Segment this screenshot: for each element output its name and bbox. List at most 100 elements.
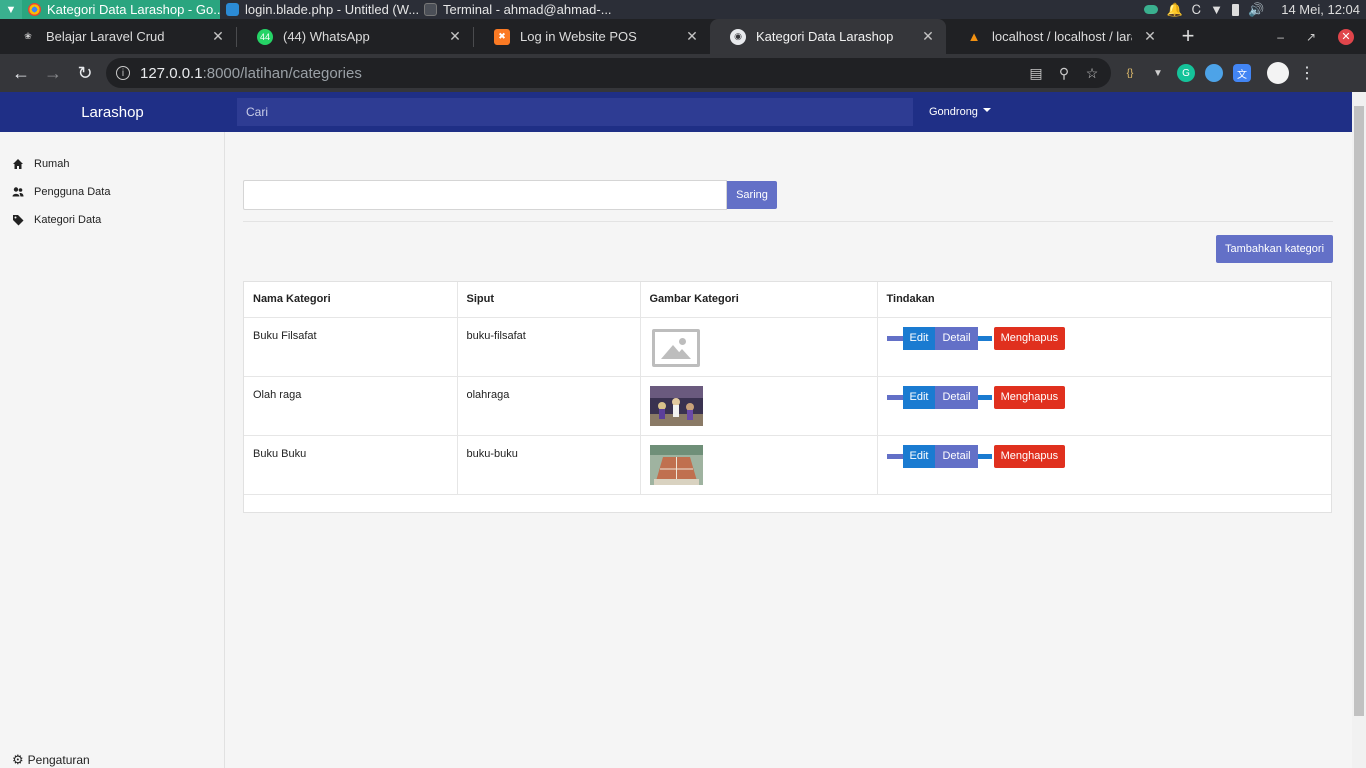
url-text[interactable]: 127.0.0.1:8000/latihan/categories [140, 65, 1017, 82]
tab-label: Belajar Laravel Crud [46, 29, 165, 44]
address-bar[interactable]: i 127.0.0.1:8000/latihan/categories ▤ ⚲ … [106, 58, 1111, 88]
settings-link[interactable]: ⚙ Pengaturan [12, 752, 90, 768]
category-slug: buku-buku [457, 435, 641, 495]
browser-tab[interactable]: ❀ Belajar Laravel Crud ✕ [0, 19, 236, 54]
wifi-icon[interactable]: ▼ [1210, 2, 1223, 17]
leaf-icon: ❀ [24, 31, 32, 41]
category-slug: buku-filsafat [457, 317, 641, 377]
close-icon[interactable]: ✕ [210, 28, 226, 45]
detail-button[interactable]: Detail [935, 385, 978, 409]
column-header-slug: Siput [457, 282, 641, 318]
sidebar-item-home[interactable]: Rumah [0, 150, 224, 178]
action-stub[interactable] [886, 335, 903, 341]
category-slug: olahraga [457, 376, 641, 436]
info-icon[interactable]: i [116, 66, 130, 80]
edit-button[interactable]: Edit [902, 326, 936, 350]
extension-grammarly-icon[interactable]: G [1177, 64, 1195, 82]
taskbar-item-label: Terminal - ahmad@ahmad-... [443, 2, 612, 17]
sidebar-item-categories[interactable]: Kategori Data [0, 206, 224, 234]
table-header-row: Nama Kategori Siput Gambar Kategori Tind… [244, 282, 1331, 318]
extension-translate-icon[interactable]: 文 [1233, 64, 1251, 82]
url-host: 127.0.0.1 [140, 64, 203, 82]
battery-icon[interactable] [1232, 3, 1240, 16]
os-menu-icon[interactable]: ▼ [0, 0, 22, 19]
close-icon[interactable]: ✕ [684, 28, 700, 45]
close-window-icon[interactable]: ✕ [1338, 28, 1354, 45]
translate-icon[interactable]: ▤ [1027, 65, 1045, 82]
tab-label: Log in Website POS [520, 29, 637, 44]
filter-button[interactable]: Saring [727, 181, 777, 209]
taskbar-item-chrome[interactable]: Kategori Data Larashop - Go... [22, 0, 220, 19]
sidebar-item-users[interactable]: Pengguna Data [0, 178, 224, 206]
table-row: Olah raga olahraga Edit Detail Menghapus [244, 376, 1331, 436]
action-stub[interactable] [977, 335, 992, 341]
column-header-name: Nama Kategori [244, 282, 458, 318]
category-name: Buku Buku [244, 435, 458, 495]
add-category-button[interactable]: Tambahkan kategori [1216, 235, 1333, 263]
image-placeholder-icon [651, 328, 700, 367]
tab-label: localhost / localhost / laravel-t [992, 29, 1132, 44]
sidebar-item-label: Pengguna Data [34, 186, 111, 198]
user-menu[interactable]: Gondrong [929, 106, 991, 118]
browser-tab-active[interactable]: ◉ Kategori Data Larashop ✕ [710, 19, 946, 54]
category-image-court [649, 444, 703, 485]
action-stub[interactable] [886, 394, 903, 400]
users-icon [12, 187, 24, 197]
scrollbar-thumb[interactable] [1354, 106, 1364, 716]
back-icon[interactable]: ← [10, 62, 32, 84]
minimize-icon[interactable]: – [1277, 30, 1284, 44]
category-image-cell [640, 317, 878, 377]
edit-button[interactable]: Edit [902, 385, 936, 409]
browser-tab[interactable]: 44 (44) WhatsApp ✕ [237, 19, 473, 54]
delete-button[interactable]: Menghapus [993, 444, 1066, 468]
clock[interactable]: 14 Mei, 12:04 [1281, 2, 1360, 17]
extension-globe-icon[interactable] [1205, 64, 1223, 82]
page-scrollbar[interactable] [1352, 92, 1366, 768]
brand-logo[interactable]: Larashop [0, 104, 225, 121]
browser-tab-strip: ❀ Belajar Laravel Crud ✕ 44 (44) WhatsAp… [0, 19, 1366, 54]
new-tab-button[interactable]: + [1168, 19, 1208, 54]
filter-form: Saring [243, 180, 777, 210]
maximize-icon[interactable]: ↗ [1306, 30, 1316, 44]
actions-cell: Edit Detail Menghapus [877, 317, 1331, 377]
sidebar: Rumah Pengguna Data Kategori Data ⚙ Peng… [0, 132, 225, 768]
bluetooth-icon[interactable]: Ꮯ [1192, 2, 1201, 18]
terminal-icon [424, 3, 437, 16]
close-icon[interactable]: ✕ [447, 28, 463, 45]
delete-button[interactable]: Menghapus [993, 326, 1066, 350]
edit-button[interactable]: Edit [902, 444, 936, 468]
bookmark-star-icon[interactable]: ☆ [1083, 65, 1101, 82]
more-menu-icon[interactable]: ⋮ [1299, 63, 1315, 83]
taskbar-item-vscode[interactable]: login.blade.php - Untitled (W... [220, 0, 418, 19]
action-stub[interactable] [977, 394, 992, 400]
filter-input[interactable] [243, 180, 727, 210]
home-icon [13, 159, 23, 169]
web-page: Larashop Cari Gondrong Rumah Pengguna Da… [0, 92, 1352, 768]
taskbar-item-terminal[interactable]: Terminal - ahmad@ahmad-... [418, 0, 614, 19]
volume-icon[interactable]: 🔊 [1248, 2, 1264, 18]
close-icon[interactable]: ✕ [1142, 28, 1158, 45]
detail-button[interactable]: Detail [935, 444, 978, 468]
gear-icon: ⚙ [12, 752, 24, 767]
action-stub[interactable] [886, 453, 903, 459]
delete-button[interactable]: Menghapus [993, 385, 1066, 409]
browser-tab[interactable]: ✖ Log in Website POS ✕ [474, 19, 710, 54]
actions-cell: Edit Detail Menghapus [877, 376, 1331, 436]
phpmyadmin-icon: ▲ [967, 29, 981, 44]
profile-avatar[interactable] [1267, 62, 1289, 84]
battery-saver-icon[interactable] [1143, 5, 1158, 14]
forward-icon[interactable]: → [42, 62, 64, 84]
close-icon[interactable]: ✕ [920, 28, 936, 45]
detail-button[interactable]: Detail [935, 326, 978, 350]
reload-icon[interactable]: ↻ [74, 62, 96, 84]
action-stub[interactable] [977, 453, 992, 459]
extension-json-icon[interactable]: {} [1121, 64, 1139, 82]
categories-table: Nama Kategori Siput Gambar Kategori Tind… [243, 281, 1332, 513]
browser-tab[interactable]: ▲ localhost / localhost / laravel-t ✕ [946, 19, 1168, 54]
zoom-icon[interactable]: ⚲ [1055, 65, 1073, 82]
tab-label: (44) WhatsApp [283, 29, 370, 44]
taskbar-item-label: login.blade.php - Untitled (W... [245, 2, 418, 17]
extension-vue-icon[interactable]: ▼ [1149, 64, 1167, 82]
bell-icon[interactable]: 🔔 [1167, 2, 1183, 18]
search-input[interactable]: Cari [237, 98, 913, 126]
